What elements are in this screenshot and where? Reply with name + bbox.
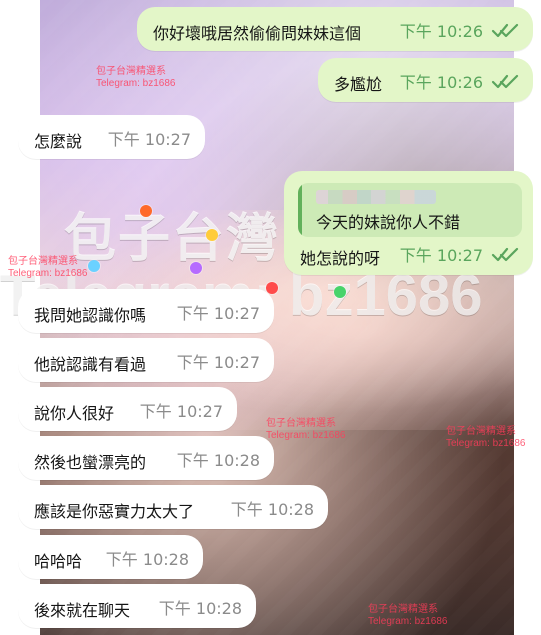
quoted-sender-name-redacted (316, 190, 436, 204)
message-text: 後來就在聊天 (34, 601, 131, 620)
quoted-text: 今天的妹說你人不錯 (316, 213, 461, 232)
message-time: 下午 10:27 (107, 130, 191, 149)
message-bubble-incoming[interactable]: 應該是你惡實力太大了 下午 10:28 (18, 485, 328, 529)
message-time: 下午 10:26 (399, 22, 483, 41)
message-bubble-incoming[interactable]: 哈哈哈 下午 10:28 (18, 535, 203, 579)
double-check-icon (491, 22, 519, 38)
message-time: 下午 10:28 (176, 451, 260, 470)
message-text: 然後也蠻漂亮的 (34, 453, 147, 472)
message-time: 下午 10:28 (230, 500, 314, 519)
message-text: 多尷尬 (334, 75, 383, 94)
message-meta: 下午 10:27 (177, 300, 260, 324)
message-meta: 下午 10:28 (231, 496, 314, 520)
double-check-icon (491, 73, 519, 89)
message-meta: 下午 10:27 (400, 242, 519, 266)
message-time: 下午 10:27 (139, 402, 223, 421)
message-text: 她怎說的呀 (300, 249, 381, 268)
message-bubble-outgoing[interactable]: 你好壞哦居然偷偷問妹妹這個 下午 10:26 (137, 7, 533, 51)
message-bubble-incoming[interactable]: 說你人很好 下午 10:27 (18, 387, 237, 431)
message-meta: 下午 10:28 (106, 546, 189, 570)
message-bubble-outgoing[interactable]: 今天的妹說你人不錯 她怎說的呀 下午 10:27 (284, 171, 533, 275)
message-text: 他說認識有看過 (34, 355, 147, 374)
message-time: 下午 10:28 (105, 550, 189, 569)
message-time: 下午 10:27 (399, 246, 483, 265)
message-time: 下午 10:27 (176, 304, 260, 323)
message-bubble-incoming[interactable]: 他說認識有看過 下午 10:27 (18, 338, 274, 382)
message-bubble-incoming[interactable]: 怎麼說 下午 10:27 (18, 115, 205, 159)
message-meta: 下午 10:26 (400, 69, 519, 93)
double-check-icon (491, 246, 519, 262)
message-text: 怎麼說 (34, 132, 83, 151)
message-meta: 下午 10:27 (177, 349, 260, 373)
message-bubble-incoming[interactable]: 我問她認識你嗎 下午 10:27 (18, 289, 274, 333)
message-text: 哈哈哈 (34, 552, 83, 571)
message-bubble-incoming[interactable]: 然後也蠻漂亮的 下午 10:28 (18, 436, 274, 480)
message-time: 下午 10:26 (399, 73, 483, 92)
message-meta: 下午 10:27 (108, 126, 191, 150)
message-meta: 下午 10:28 (177, 447, 260, 471)
message-text: 你好壞哦居然偷偷問妹妹這個 (153, 24, 362, 43)
message-text: 說你人很好 (34, 404, 115, 423)
reply-quote[interactable]: 今天的妹說你人不錯 (298, 183, 522, 237)
message-bubble-outgoing[interactable]: 多尷尬 下午 10:26 (318, 58, 533, 102)
message-text: 我問她認識你嗎 (34, 306, 147, 325)
message-bubble-incoming[interactable]: 後來就在聊天 下午 10:28 (18, 584, 256, 628)
message-time: 下午 10:28 (158, 599, 242, 618)
message-time: 下午 10:27 (176, 353, 260, 372)
message-text: 應該是你惡實力太大了 (34, 502, 195, 521)
message-meta: 下午 10:26 (400, 18, 519, 42)
message-meta: 下午 10:27 (140, 398, 223, 422)
message-meta: 下午 10:28 (159, 595, 242, 619)
